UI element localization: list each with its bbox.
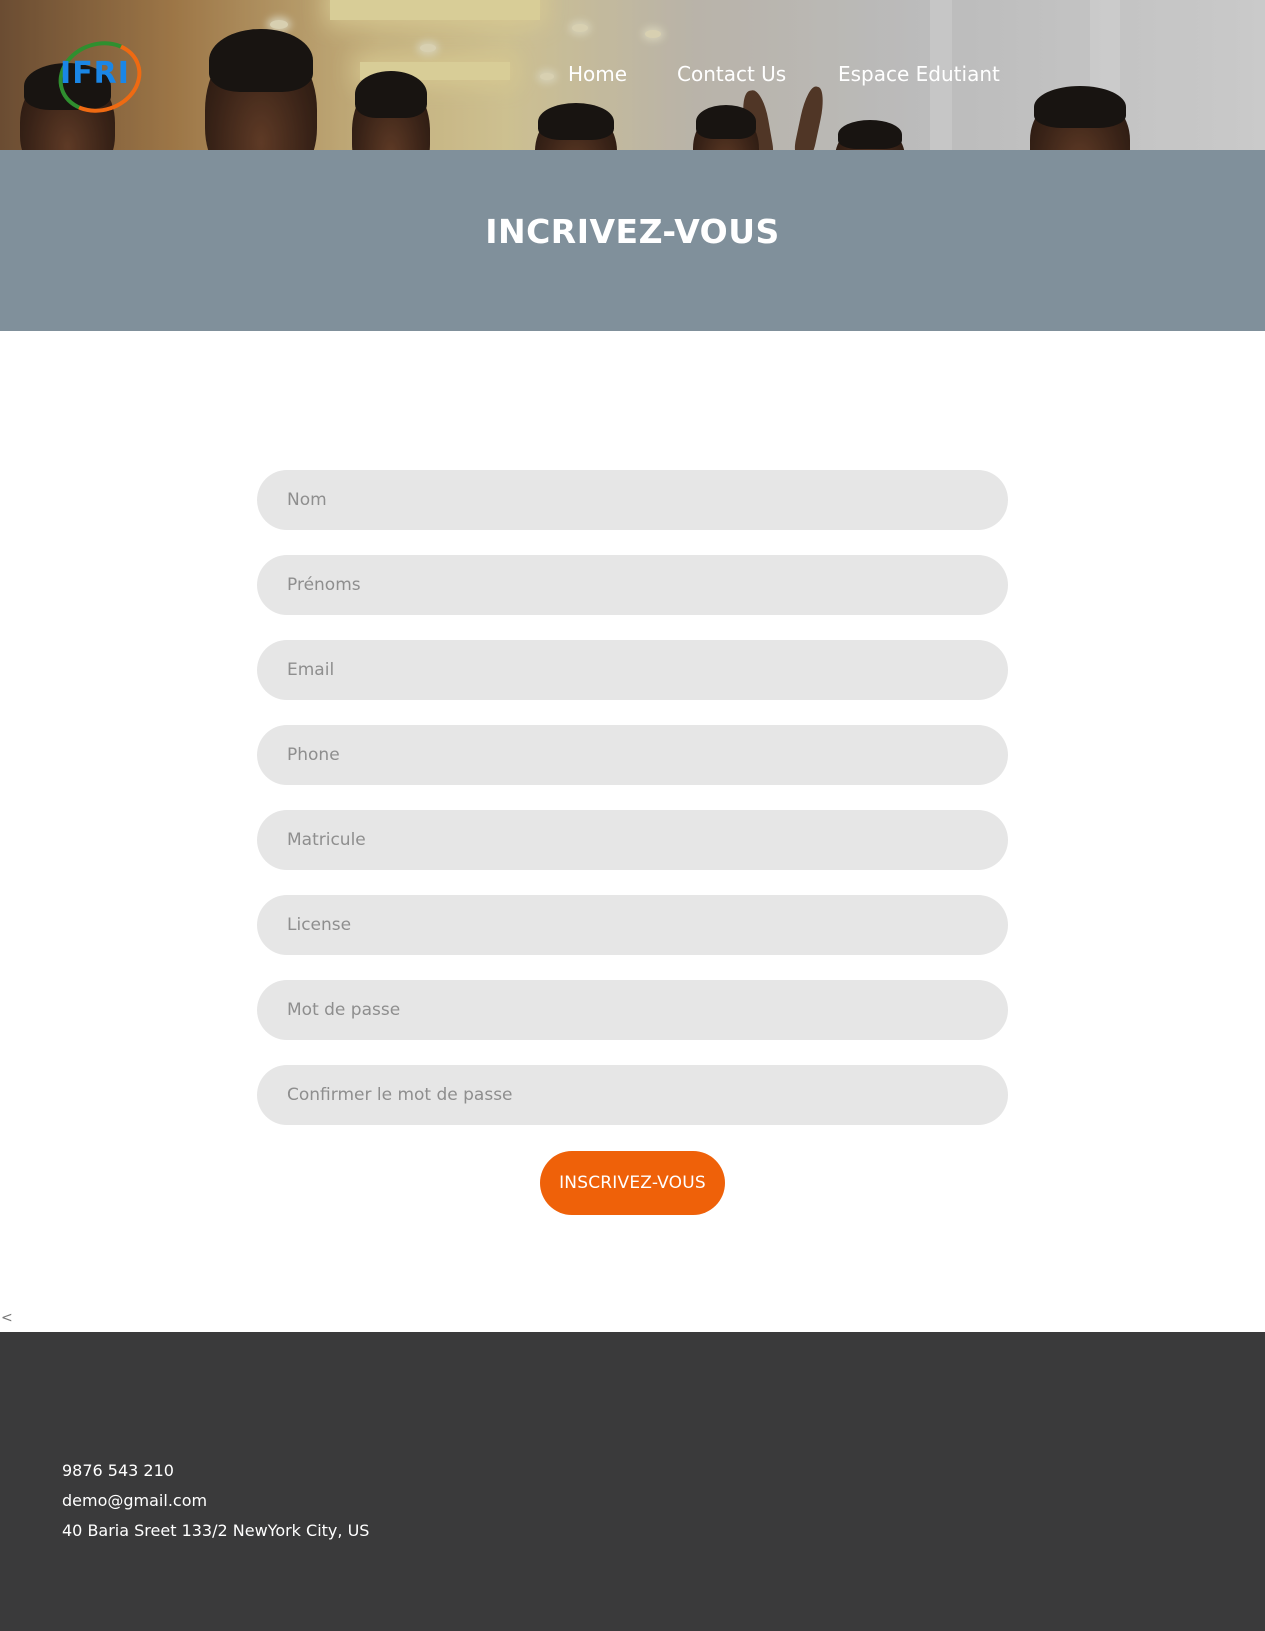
footer-email: demo@gmail.com — [62, 1491, 208, 1510]
hero-header: IFRI Home Contact Us Espace Edutiant — [0, 0, 1265, 150]
license-field[interactable] — [257, 895, 1008, 955]
nom-field[interactable] — [257, 470, 1008, 530]
title-band: INCRIVEZ-VOUS — [0, 150, 1265, 331]
nav-home-link[interactable]: Home — [568, 62, 627, 86]
registration-form — [257, 470, 1008, 1150]
email-field[interactable] — [257, 640, 1008, 700]
nav-contact-link[interactable]: Contact Us — [677, 62, 786, 86]
footer-contact-list: 9876 543 210 demo@gmail.com 40 Baria Sre… — [62, 1456, 369, 1546]
footer-address: 40 Baria Sreet 133/2 NewYork City, US — [62, 1521, 370, 1540]
prenoms-field[interactable] — [257, 555, 1008, 615]
phone-field[interactable] — [257, 725, 1008, 785]
confirm-password-field[interactable] — [257, 1065, 1008, 1125]
nav-student-space-link[interactable]: Espace Edutiant — [838, 62, 1000, 86]
footer: 9876 543 210 demo@gmail.com 40 Baria Sre… — [0, 1332, 1265, 1631]
carousel-prev-icon[interactable]: < — [1, 1310, 13, 1326]
matricule-field[interactable] — [257, 810, 1008, 870]
footer-phone: 9876 543 210 — [62, 1461, 174, 1480]
page-title: INCRIVEZ-VOUS — [485, 212, 780, 251]
main-nav: Home Contact Us Espace Edutiant — [0, 62, 1265, 92]
password-field[interactable] — [257, 980, 1008, 1040]
register-button[interactable]: INSCRIVEZ-VOUS — [540, 1151, 725, 1215]
